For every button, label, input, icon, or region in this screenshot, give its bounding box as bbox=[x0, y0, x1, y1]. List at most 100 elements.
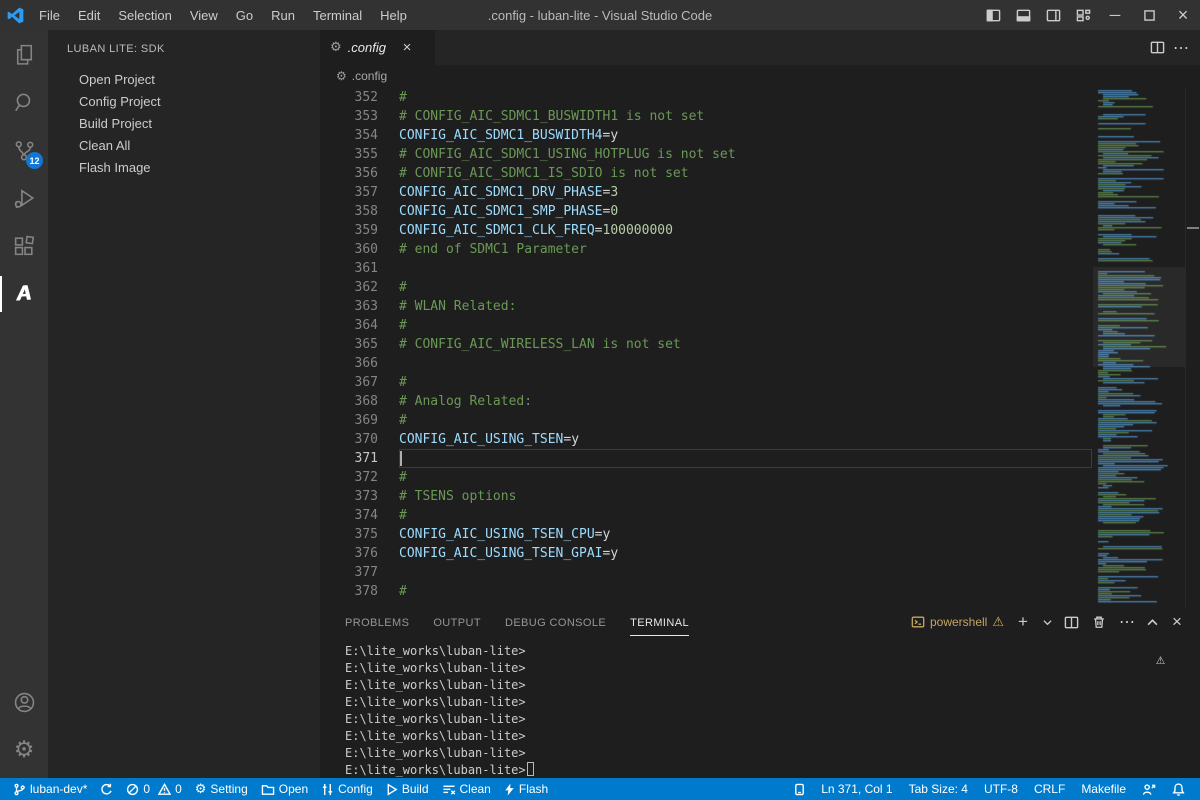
code-editor[interactable]: 352#353# CONFIG_AIC_SDMC1_BUSWIDTH1 is n… bbox=[320, 87, 1200, 607]
code-line[interactable]: 377 bbox=[320, 563, 1093, 582]
gear-icon: ⚙ bbox=[195, 782, 207, 797]
sidebar-item-open-project[interactable]: Open Project bbox=[48, 69, 320, 91]
notifications-bell-icon[interactable] bbox=[1167, 778, 1190, 800]
panel-tab-debug-console[interactable]: DEBUG CONSOLE bbox=[505, 609, 606, 636]
code-line[interactable]: 355# CONFIG_AIC_SDMC1_USING_HOTPLUG is n… bbox=[320, 145, 1093, 164]
maximize-panel-icon[interactable] bbox=[1146, 613, 1158, 631]
new-terminal-icon[interactable]: + bbox=[1014, 613, 1032, 631]
code-line[interactable]: 374# bbox=[320, 506, 1093, 525]
menu-edit[interactable]: Edit bbox=[69, 0, 109, 30]
git-branch-item[interactable]: luban-dev* bbox=[8, 778, 92, 800]
line-number: 369 bbox=[320, 411, 378, 430]
split-editor-icon[interactable] bbox=[1148, 39, 1166, 57]
close-window-button[interactable]: × bbox=[1166, 0, 1200, 30]
menu-terminal[interactable]: Terminal bbox=[304, 0, 371, 30]
sidebar-item-clean-all[interactable]: Clean All bbox=[48, 135, 320, 157]
eol-item[interactable]: CRLF bbox=[1029, 778, 1070, 800]
minimap-slider[interactable] bbox=[1093, 267, 1185, 367]
code-line[interactable]: 361 bbox=[320, 259, 1093, 278]
editor-more-actions-icon[interactable]: ⋯ bbox=[1172, 39, 1190, 57]
explorer-icon[interactable] bbox=[0, 30, 48, 78]
code-line[interactable]: 368# Analog Related: bbox=[320, 392, 1093, 411]
menu-selection[interactable]: Selection bbox=[109, 0, 180, 30]
panel-tab-problems[interactable]: PROBLEMS bbox=[345, 609, 409, 636]
overview-ruler[interactable] bbox=[1185, 87, 1200, 607]
code-line[interactable]: 364# bbox=[320, 316, 1093, 335]
code-line[interactable]: 358CONFIG_AIC_SDMC1_SMP_PHASE=0 bbox=[320, 202, 1093, 221]
menu-help[interactable]: Help bbox=[371, 0, 416, 30]
code-line[interactable]: 366 bbox=[320, 354, 1093, 373]
config-item[interactable]: Config bbox=[316, 778, 378, 800]
search-icon[interactable] bbox=[0, 78, 48, 126]
build-item[interactable]: Build bbox=[381, 778, 434, 800]
code-line[interactable]: 367# bbox=[320, 373, 1093, 392]
maximize-button[interactable] bbox=[1132, 0, 1166, 30]
sidebar-item-config-project[interactable]: Config Project bbox=[48, 91, 320, 113]
breadcrumb-item[interactable]: .config bbox=[352, 69, 387, 83]
account-icon[interactable] bbox=[0, 678, 48, 726]
branch-label: luban-dev* bbox=[30, 782, 87, 796]
run-debug-icon[interactable] bbox=[0, 174, 48, 222]
line-number: 361 bbox=[320, 259, 378, 278]
breadcrumb[interactable]: ⚙ .config bbox=[320, 65, 1200, 87]
code-line[interactable]: 353# CONFIG_AIC_SDMC1_BUSWIDTH1 is not s… bbox=[320, 107, 1093, 126]
code-line[interactable]: 362# bbox=[320, 278, 1093, 297]
luban-sdk-icon[interactable]: A bbox=[0, 270, 48, 318]
code-line[interactable]: 352# bbox=[320, 88, 1093, 107]
code-line[interactable]: 369# bbox=[320, 411, 1093, 430]
code-line[interactable]: 376CONFIG_AIC_USING_TSEN_GPAI=y bbox=[320, 544, 1093, 563]
code-line[interactable]: 365# CONFIG_AIC_WIRELESS_LAN is not set bbox=[320, 335, 1093, 354]
terminal-dropdown-icon[interactable] bbox=[1042, 613, 1052, 631]
minimize-button[interactable]: ─ bbox=[1098, 0, 1132, 30]
sidebar-item-build-project[interactable]: Build Project bbox=[48, 113, 320, 135]
terminal-output[interactable]: E:\lite_works\luban-lite>E:\lite_works\l… bbox=[320, 637, 1200, 778]
tab-config[interactable]: ⚙ .config × bbox=[320, 30, 435, 65]
menu-run[interactable]: Run bbox=[262, 0, 304, 30]
close-panel-icon[interactable]: × bbox=[1168, 613, 1186, 631]
toggle-sidebar-icon[interactable] bbox=[978, 0, 1008, 30]
sync-icon[interactable] bbox=[95, 778, 118, 800]
menu-view[interactable]: View bbox=[181, 0, 227, 30]
code-line[interactable]: 356# CONFIG_AIC_SDMC1_IS_SDIO is not set bbox=[320, 164, 1093, 183]
code-line[interactable]: 375CONFIG_AIC_USING_TSEN_CPU=y bbox=[320, 525, 1093, 544]
extensions-icon[interactable] bbox=[0, 222, 48, 270]
device-icon[interactable] bbox=[789, 778, 810, 800]
code-line[interactable]: 359CONFIG_AIC_SDMC1_CLK_FREQ=100000000 bbox=[320, 221, 1093, 240]
code-line[interactable]: 360# end of SDMC1 Parameter bbox=[320, 240, 1093, 259]
source-control-icon[interactable]: 12 bbox=[0, 126, 48, 174]
feedback-icon[interactable] bbox=[1137, 778, 1161, 800]
settings-gear-icon[interactable]: ⚙ bbox=[0, 726, 48, 774]
cursor-position-item[interactable]: Ln 371, Col 1 bbox=[816, 778, 897, 800]
panel-more-actions-icon[interactable]: ⋯ bbox=[1118, 613, 1136, 631]
terminal-warning-icon[interactable]: ⚠ bbox=[1156, 650, 1165, 668]
code-line[interactable]: 354CONFIG_AIC_SDMC1_BUSWIDTH4=y bbox=[320, 126, 1093, 145]
code-line[interactable]: 371 bbox=[320, 449, 1093, 468]
menu-go[interactable]: Go bbox=[227, 0, 262, 30]
code-line[interactable]: 363# WLAN Related: bbox=[320, 297, 1093, 316]
toggle-panel-icon[interactable] bbox=[1008, 0, 1038, 30]
code-line[interactable]: 372# bbox=[320, 468, 1093, 487]
tab-size-item[interactable]: Tab Size: 4 bbox=[904, 778, 973, 800]
code-line[interactable]: 378# bbox=[320, 582, 1093, 601]
encoding-item[interactable]: UTF-8 bbox=[979, 778, 1023, 800]
toggle-secondary-sidebar-icon[interactable] bbox=[1038, 0, 1068, 30]
tab-close-icon[interactable]: × bbox=[398, 39, 416, 57]
kill-terminal-icon[interactable] bbox=[1090, 613, 1108, 631]
clean-item[interactable]: Clean bbox=[437, 778, 496, 800]
code-line[interactable]: 357CONFIG_AIC_SDMC1_DRV_PHASE=3 bbox=[320, 183, 1093, 202]
customize-layout-icon[interactable] bbox=[1068, 0, 1098, 30]
open-item[interactable]: Open bbox=[256, 778, 313, 800]
code-line[interactable]: 370CONFIG_AIC_USING_TSEN=y bbox=[320, 430, 1093, 449]
flash-item[interactable]: Flash bbox=[499, 778, 553, 800]
minimap[interactable] bbox=[1093, 87, 1185, 607]
split-terminal-icon[interactable] bbox=[1062, 613, 1080, 631]
code-line[interactable]: 373# TSENS options bbox=[320, 487, 1093, 506]
panel-tab-output[interactable]: OUTPUT bbox=[433, 609, 481, 636]
sidebar-item-flash-image[interactable]: Flash Image bbox=[48, 157, 320, 179]
panel-tab-terminal[interactable]: TERMINAL bbox=[630, 609, 689, 636]
shell-selector[interactable]: powershell ⚠ bbox=[911, 614, 1004, 630]
problems-item[interactable]: 0 0 bbox=[121, 778, 186, 800]
setting-item[interactable]: ⚙ Setting bbox=[190, 778, 253, 800]
menu-file[interactable]: File bbox=[30, 0, 69, 30]
language-mode-item[interactable]: Makefile bbox=[1076, 778, 1131, 800]
